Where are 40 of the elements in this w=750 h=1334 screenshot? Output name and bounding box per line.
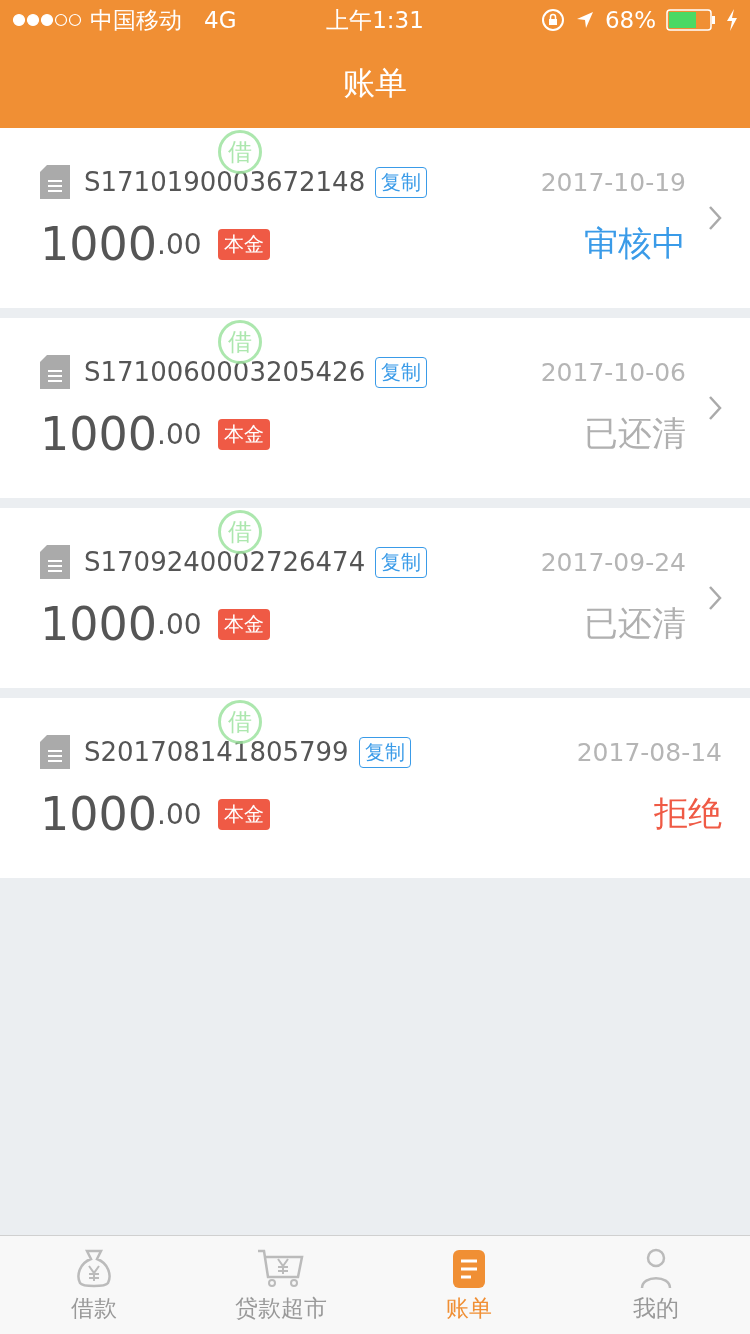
copy-button[interactable]: 复制: [358, 736, 411, 768]
tab-item[interactable]: 账单: [375, 1236, 563, 1334]
clock-time: 上午1:31: [326, 5, 424, 35]
amount-decimals: .00: [157, 797, 202, 831]
amount: 1000: [40, 597, 158, 651]
bill-status: 审核中: [584, 222, 686, 265]
copy-button[interactable]: 复制: [375, 166, 428, 198]
principal-tag: 本金: [217, 798, 270, 830]
document-icon: [40, 735, 70, 769]
bill-date: 2017-10-19: [540, 167, 686, 197]
network-type: 4G: [204, 7, 237, 33]
bill-status: 拒绝: [654, 792, 722, 835]
principal-tag: 本金: [217, 418, 270, 450]
amount: 1000: [40, 787, 158, 841]
page-title: 账单: [343, 63, 407, 104]
bill-date: 2017-08-14: [576, 737, 722, 767]
amount-decimals: .00: [157, 417, 202, 451]
bill-date: 2017-09-24: [540, 547, 686, 577]
amount: 1000: [40, 407, 158, 461]
amount-decimals: .00: [157, 607, 202, 641]
amount: 1000: [40, 217, 158, 271]
tab-item[interactable]: 贷款超市: [187, 1236, 375, 1334]
bill-date: 2017-10-06: [540, 357, 686, 387]
carrier-name: 中国移动: [90, 5, 182, 35]
amount-decimals: .00: [157, 227, 202, 261]
bill-status: 已还清: [584, 412, 686, 455]
battery-percent: 68%: [604, 7, 656, 33]
battery-icon: [666, 9, 716, 31]
document-icon: [40, 545, 70, 579]
rotation-lock-icon: [540, 8, 565, 32]
signal-icon: [12, 13, 82, 27]
bill-status: 已还清: [584, 602, 686, 645]
tab-item[interactable]: 借款: [0, 1236, 188, 1334]
principal-tag: 本金: [217, 608, 270, 640]
principal-tag: 本金: [217, 228, 270, 260]
document-icon: [40, 355, 70, 389]
document-icon: [40, 165, 70, 199]
copy-button[interactable]: 复制: [375, 356, 428, 388]
tab-item[interactable]: 我的: [562, 1236, 750, 1334]
copy-button[interactable]: 复制: [375, 546, 428, 578]
